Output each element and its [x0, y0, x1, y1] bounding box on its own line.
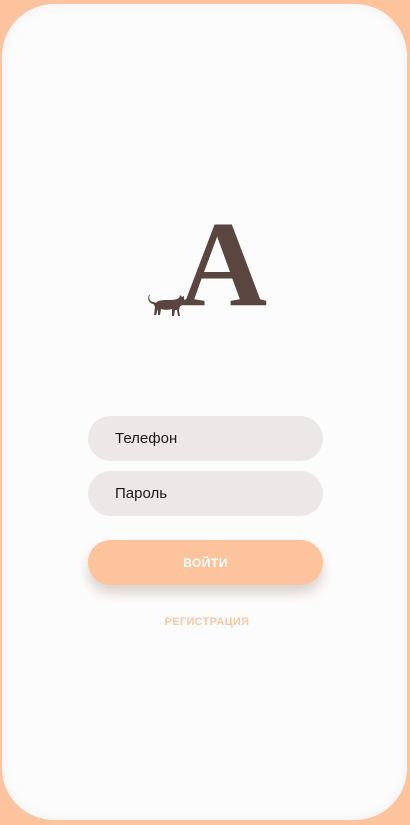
login-button[interactable]: ВОЙТИ: [88, 540, 323, 585]
password-input[interactable]: [88, 471, 323, 516]
register-link[interactable]: РЕГИСТРАЦИЯ: [2, 616, 410, 628]
cat-icon: [148, 295, 185, 316]
login-card: A ВОЙТИ РЕГИСТРАЦИЯ: [2, 4, 407, 820]
app-logo: A: [147, 204, 267, 326]
phone-input[interactable]: [88, 416, 323, 461]
logo-letter: A: [179, 197, 268, 332]
